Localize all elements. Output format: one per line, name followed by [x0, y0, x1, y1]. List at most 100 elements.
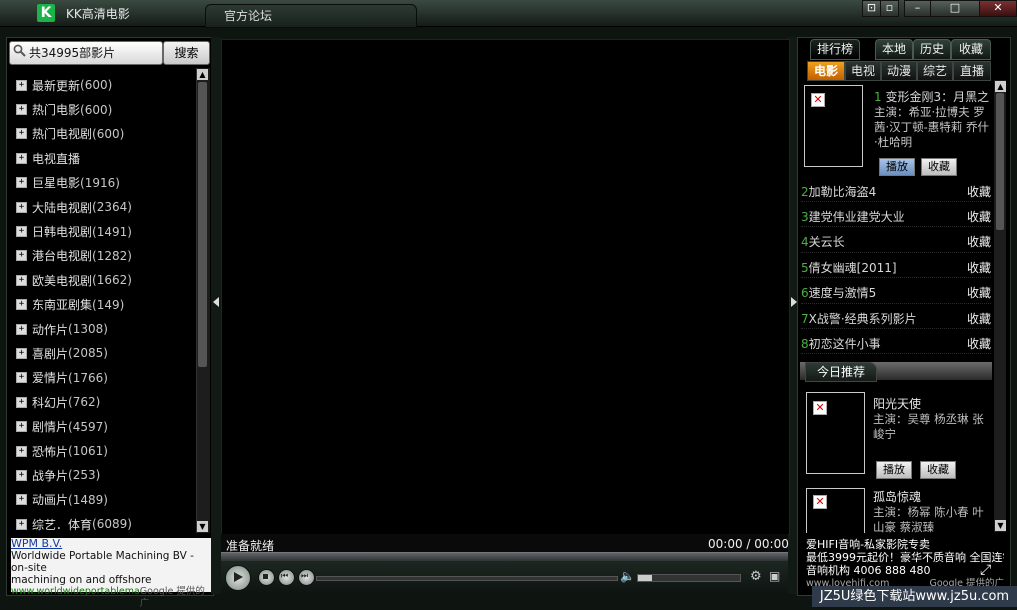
expand-icon[interactable]: +	[16, 323, 27, 335]
expand-icon[interactable]: +	[16, 372, 27, 384]
play-button[interactable]: 播放	[879, 158, 915, 176]
expand-icon[interactable]: +	[16, 396, 27, 408]
favorite-button[interactable]: 收藏	[920, 461, 956, 479]
favorite-button[interactable]: 收藏	[921, 158, 957, 176]
expand-icon[interactable]: +	[16, 347, 27, 359]
ad-title[interactable]: WPM B.V.	[11, 538, 211, 550]
pin-icon[interactable]: ⊡	[862, 0, 881, 17]
volume-slider[interactable]	[637, 574, 741, 582]
rank-item[interactable]: 8初恋这件小事 收藏	[801, 333, 991, 355]
expand-icon[interactable]: +	[16, 274, 27, 286]
expand-icon[interactable]: +	[16, 494, 27, 506]
mini-mode-icon[interactable]: ▫	[880, 0, 899, 17]
rank-item[interactable]: 4关云长 收藏	[801, 232, 991, 253]
rank-title[interactable]: 变形金刚3：月黑之	[885, 90, 989, 104]
today-title[interactable]: 阳光天使	[873, 397, 991, 412]
category-item[interactable]: + 喜剧片 (2085)	[10, 341, 196, 365]
volume-icon[interactable]: 🔈	[620, 569, 635, 583]
scroll-down-icon[interactable]: ▼	[197, 521, 208, 532]
rank-scroll-thumb[interactable]	[996, 93, 1004, 230]
category-item[interactable]: + 剧情片 (4597)	[10, 414, 196, 438]
expand-icon[interactable]: +	[16, 201, 27, 213]
right-ad-banner[interactable]: 爱HIFI音响-私家影院专卖 最低3999元起价！豪华不质音响 全国连锁 音响机…	[806, 538, 1004, 592]
expand-icon[interactable]: +	[16, 152, 27, 164]
favorite-link[interactable]: 收藏	[967, 208, 991, 225]
category-item[interactable]: + 爱情片 (1766)	[10, 366, 196, 390]
category-item[interactable]: + 热门电影 (600)	[10, 97, 196, 121]
expand-icon[interactable]: +	[16, 518, 27, 530]
expand-icon[interactable]: +	[16, 177, 27, 189]
category-item[interactable]: + 东南亚剧集 (149)	[10, 293, 196, 317]
category-item[interactable]: + 电视直播	[10, 146, 196, 170]
subtab-anime[interactable]: 动漫	[881, 61, 917, 81]
expand-icon[interactable]: +	[16, 299, 27, 311]
today-title[interactable]: 孤岛惊魂	[873, 490, 991, 505]
expand-icon[interactable]: +	[16, 445, 27, 457]
subtab-variety[interactable]: 综艺	[917, 61, 953, 81]
minimize-button[interactable]: –	[904, 0, 931, 17]
seek-slider[interactable]	[316, 576, 618, 581]
subtab-movie[interactable]: 电影	[807, 61, 845, 81]
settings-icon[interactable]: ⚙	[750, 569, 762, 584]
category-item[interactable]: + 最新更新 (600)	[10, 73, 196, 97]
rank-title[interactable]: X战警·经典系列影片	[809, 312, 917, 326]
subtab-live[interactable]: 直播	[953, 61, 991, 81]
fullscreen-icon[interactable]: ⤢	[980, 562, 991, 578]
rank-title[interactable]: 速度与激情5	[809, 286, 877, 300]
search-button[interactable]: 搜索	[163, 41, 210, 65]
expand-icon[interactable]: +	[16, 421, 27, 433]
category-item[interactable]: + 恐怖片 (1061)	[10, 439, 196, 463]
close-button[interactable]: ✕	[979, 0, 1017, 17]
favorite-link[interactable]: 收藏	[967, 183, 991, 200]
play-button[interactable]: 播放	[876, 461, 912, 479]
expand-icon[interactable]: +	[16, 226, 27, 238]
rank-title[interactable]: 加勒比海盗4	[809, 185, 877, 199]
collapse-left-icon[interactable]	[213, 297, 219, 307]
rank-item[interactable]: 2加勒比海盗4 收藏	[801, 181, 991, 202]
tab-favorites[interactable]: 收藏	[951, 39, 991, 60]
rank-item[interactable]: 5倩女幽魂[2011] 收藏	[801, 257, 991, 279]
favorite-link[interactable]: 收藏	[967, 310, 991, 327]
expand-icon[interactable]: +	[16, 250, 27, 262]
left-ad-banner[interactable]: WPM B.V. Worldwide Portable Machining BV…	[11, 538, 211, 609]
category-item[interactable]: + 战争片 (253)	[10, 463, 196, 487]
rank-item[interactable]: 3建党伟业建党大业 收藏	[801, 206, 991, 228]
scroll-down-icon[interactable]: ▼	[995, 520, 1006, 531]
category-scroll-thumb[interactable]	[198, 82, 207, 367]
rank-item[interactable]: 7X战警·经典系列影片 收藏	[801, 308, 991, 329]
video-area[interactable]	[221, 39, 790, 535]
rank-item[interactable]: 6速度与激情5 收藏	[801, 283, 991, 304]
scroll-up-icon[interactable]: ▲	[197, 69, 208, 80]
expand-icon[interactable]: +	[16, 79, 27, 91]
tab-local[interactable]: 本地	[875, 39, 913, 60]
category-item[interactable]: + 港台电视剧 (1282)	[10, 244, 196, 268]
expand-icon[interactable]: +	[16, 128, 27, 140]
favorite-link[interactable]: 收藏	[967, 284, 991, 301]
screenshot-icon[interactable]: ▣	[769, 569, 780, 583]
tab-ranking[interactable]: 排行榜	[810, 39, 860, 60]
ad-url[interactable]: www.worldwideportablema	[11, 586, 140, 610]
expand-icon[interactable]: +	[16, 104, 27, 116]
favorite-link[interactable]: 收藏	[967, 259, 991, 276]
tab-history[interactable]: 历史	[913, 39, 951, 60]
rank-title[interactable]: 关云长	[809, 235, 845, 249]
category-item[interactable]: + 动作片 (1308)	[10, 317, 196, 341]
category-item[interactable]: + 日韩电视剧 (1491)	[10, 219, 196, 243]
expand-icon[interactable]: +	[16, 469, 27, 481]
maximize-button[interactable]: □	[930, 0, 980, 17]
category-item[interactable]: + 大陆电视剧 (2364)	[10, 195, 196, 219]
rank-title[interactable]: 倩女幽魂[2011]	[809, 261, 897, 275]
category-item[interactable]: + 综艺．体育 (6089)	[10, 512, 196, 536]
rank-title[interactable]: 建党伟业建党大业	[809, 210, 905, 224]
favorite-link[interactable]: 收藏	[967, 335, 991, 352]
category-item[interactable]: + 巨星电影 (1916)	[10, 171, 196, 195]
scroll-up-icon[interactable]: ▲	[995, 81, 1006, 92]
progress-bar[interactable]	[221, 552, 788, 561]
category-item[interactable]: + 科幻片 (762)	[10, 390, 196, 414]
category-item[interactable]: + 热门电视剧 (600)	[10, 122, 196, 146]
subtab-tv[interactable]: 电视	[845, 61, 881, 81]
favorite-link[interactable]: 收藏	[967, 233, 991, 250]
category-item[interactable]: + 动画片 (1489)	[10, 488, 196, 512]
left-splitter[interactable]	[211, 37, 221, 594]
rank-title[interactable]: 初恋这件小事	[809, 337, 881, 351]
